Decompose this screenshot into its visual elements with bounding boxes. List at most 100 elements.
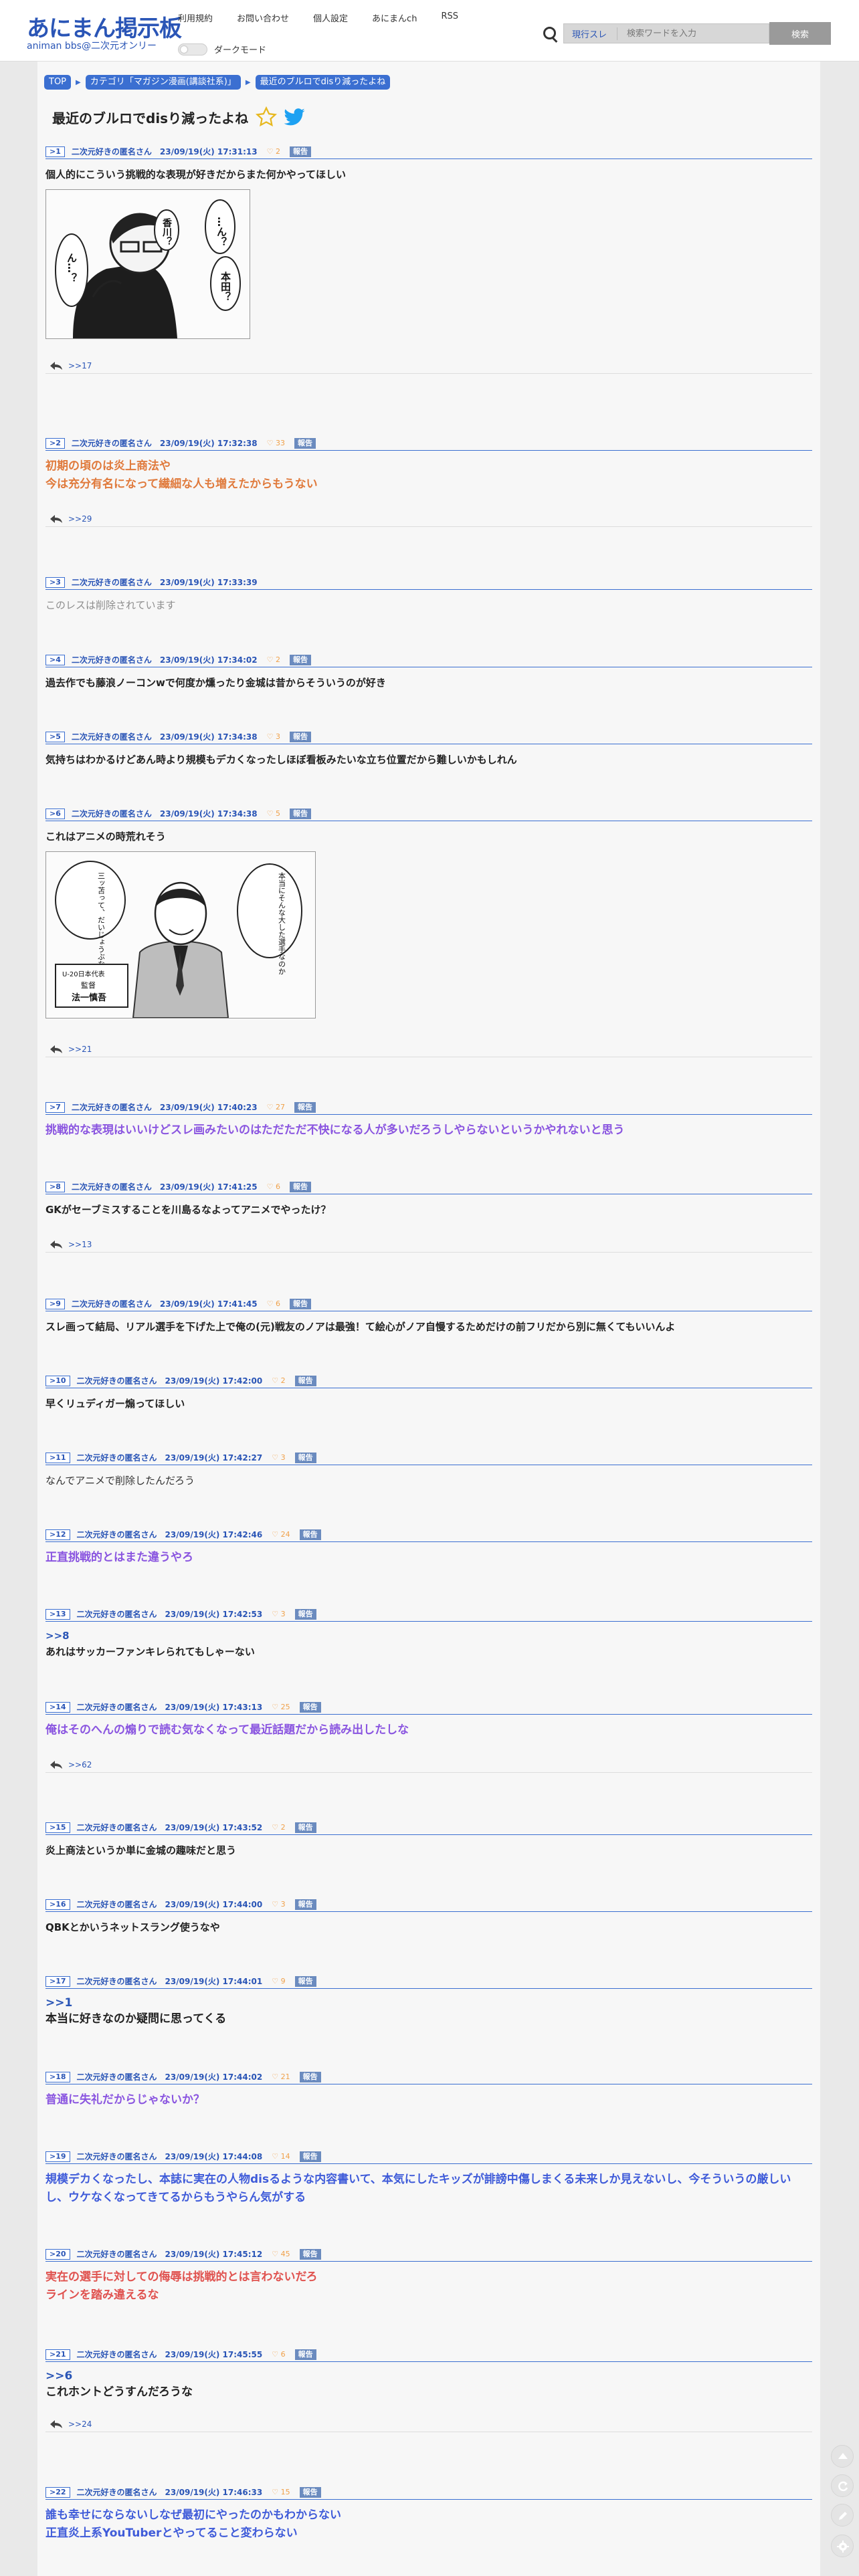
post-number[interactable]: >4: [45, 654, 65, 665]
post-number[interactable]: >21: [45, 2349, 70, 2360]
like-button[interactable]: ♡ 2: [272, 1823, 285, 1832]
reply-link[interactable]: >>29: [68, 514, 92, 524]
post-number[interactable]: >17: [45, 1975, 70, 1987]
anchor-link[interactable]: >>8: [45, 1628, 812, 1643]
report-button[interactable]: 報告: [294, 1101, 316, 1113]
report-button[interactable]: 報告: [289, 1181, 311, 1192]
like-button[interactable]: ♡ 5: [267, 809, 280, 818]
post-number[interactable]: >9: [45, 1298, 65, 1309]
like-button[interactable]: ♡ 3: [272, 1610, 285, 1618]
report-button[interactable]: 報告: [289, 731, 311, 742]
like-button[interactable]: ♡ 6: [272, 2350, 285, 2359]
post-number[interactable]: >22: [45, 2486, 70, 2498]
post-body: 気持ちはわかるけどあん時より規模もデカくなったしほぼ看板みたいな立ち位置だから難…: [45, 754, 517, 766]
post-number[interactable]: >2: [45, 437, 65, 449]
reply-link[interactable]: >>62: [68, 1760, 92, 1769]
report-button[interactable]: 報告: [294, 1452, 316, 1463]
like-button[interactable]: ♡ 21: [272, 2072, 290, 2081]
report-button[interactable]: 報告: [294, 1608, 316, 1620]
post-number[interactable]: >7: [45, 1101, 65, 1113]
report-button[interactable]: 報告: [289, 146, 311, 157]
nav-settings[interactable]: 個人設定: [313, 11, 348, 24]
report-button[interactable]: 報告: [299, 2071, 321, 2082]
nav-animanch[interactable]: あにまんch: [372, 11, 417, 24]
dark-mode-toggle[interactable]: [178, 43, 207, 56]
anchor-link[interactable]: >>1: [45, 1996, 812, 2010]
post-number[interactable]: >12: [45, 1529, 70, 1540]
post-number[interactable]: >5: [45, 731, 65, 742]
post-number[interactable]: >14: [45, 1701, 70, 1713]
post-body: なんでアニメで削除したんだろう: [45, 1475, 195, 1487]
report-button[interactable]: 報告: [289, 1298, 311, 1309]
like-button[interactable]: ♡ 27: [267, 1103, 285, 1111]
like-button[interactable]: ♡ 9: [272, 1977, 285, 1985]
like-button[interactable]: ♡ 15: [272, 2488, 290, 2496]
star-favorite-icon[interactable]: [255, 106, 278, 128]
reply-link[interactable]: >>21: [68, 1045, 92, 1054]
twitter-share-icon[interactable]: [283, 106, 306, 128]
report-button[interactable]: 報告: [299, 2486, 321, 2498]
post-number[interactable]: >13: [45, 1608, 70, 1620]
nav-rss[interactable]: RSS: [441, 11, 458, 24]
like-button[interactable]: ♡ 2: [267, 147, 280, 156]
reply-link[interactable]: >>24: [68, 2420, 92, 2429]
report-button[interactable]: 報告: [294, 1375, 316, 1386]
nav-terms[interactable]: 利用規約: [178, 11, 213, 24]
like-count: 9: [280, 1977, 286, 1985]
report-button[interactable]: 報告: [299, 1701, 321, 1713]
scroll-top-button[interactable]: [831, 2445, 854, 2468]
post-number[interactable]: >3: [45, 576, 65, 588]
report-button[interactable]: 報告: [294, 437, 316, 449]
report-button[interactable]: 報告: [299, 2151, 321, 2162]
post-number[interactable]: >10: [45, 1375, 70, 1386]
post-number[interactable]: >6: [45, 808, 65, 819]
post-number[interactable]: >16: [45, 1899, 70, 1910]
report-button[interactable]: 報告: [294, 1822, 316, 1833]
breadcrumb-top[interactable]: TOP: [44, 75, 72, 90]
report-button[interactable]: 報告: [294, 2349, 316, 2360]
like-button[interactable]: ♡ 24: [272, 1530, 290, 1539]
search-button[interactable]: 検索: [769, 22, 831, 45]
like-button[interactable]: ♡ 2: [272, 1376, 285, 1385]
post-number[interactable]: >19: [45, 2151, 70, 2162]
manga-image[interactable]: …ん？ 香川？ 本田？ ん…？: [45, 189, 250, 339]
report-button[interactable]: 報告: [299, 2248, 321, 2260]
report-button[interactable]: 報告: [289, 808, 311, 819]
post-number[interactable]: >20: [45, 2248, 70, 2260]
search-field: 現行スレ: [563, 23, 769, 43]
post-number[interactable]: >15: [45, 1822, 70, 1833]
search-input[interactable]: [617, 28, 738, 39]
like-button[interactable]: ♡ 3: [272, 1453, 285, 1462]
report-button[interactable]: 報告: [294, 1899, 316, 1910]
like-button[interactable]: ♡ 33: [267, 439, 285, 447]
breadcrumb-category[interactable]: カテゴリ「マガジン漫画(講談社系)」: [85, 75, 241, 90]
manga-image[interactable]: 三ッ苫って、だいじょうぶなのか？ 本当にそんな大した選手なのか U-20日本代表…: [45, 851, 316, 1018]
reply-link[interactable]: >>13: [68, 1240, 92, 1249]
like-button[interactable]: ♡ 25: [272, 1703, 290, 1711]
nav-contact[interactable]: お問い合わせ: [237, 11, 289, 24]
report-button[interactable]: 報告: [289, 654, 311, 665]
report-button[interactable]: 報告: [294, 1975, 316, 1987]
like-button[interactable]: ♡ 14: [272, 2152, 290, 2161]
like-button[interactable]: ♡ 3: [267, 732, 280, 741]
like-button[interactable]: ♡ 45: [272, 2250, 290, 2258]
post-number[interactable]: >8: [45, 1181, 65, 1192]
report-button[interactable]: 報告: [299, 1529, 321, 1540]
like-button[interactable]: ♡ 6: [267, 1299, 280, 1308]
like-button[interactable]: ♡ 2: [267, 655, 280, 664]
site-logo[interactable]: あにまん掲示板 animan bbs@二次元オンリー: [27, 17, 182, 51]
reload-button[interactable]: [831, 2474, 854, 2497]
search-scope-select[interactable]: 現行スレ: [564, 27, 617, 40]
anchor-link[interactable]: >>6: [45, 2369, 812, 2383]
logo-title[interactable]: あにまん掲示板: [27, 17, 182, 40]
bubble-text: 香川？: [161, 217, 173, 246]
post-number[interactable]: >18: [45, 2071, 70, 2082]
post-number[interactable]: >1: [45, 146, 65, 157]
reply-link[interactable]: >>17: [68, 361, 92, 370]
settings-button[interactable]: [831, 2535, 854, 2557]
like-button[interactable]: ♡ 6: [267, 1182, 280, 1191]
post-number[interactable]: >11: [45, 1452, 70, 1463]
write-post-button[interactable]: [831, 2504, 854, 2527]
like-button[interactable]: ♡ 3: [272, 1900, 285, 1909]
breadcrumb-thread[interactable]: 最近のブルロでdisり減ったよね: [255, 75, 391, 90]
